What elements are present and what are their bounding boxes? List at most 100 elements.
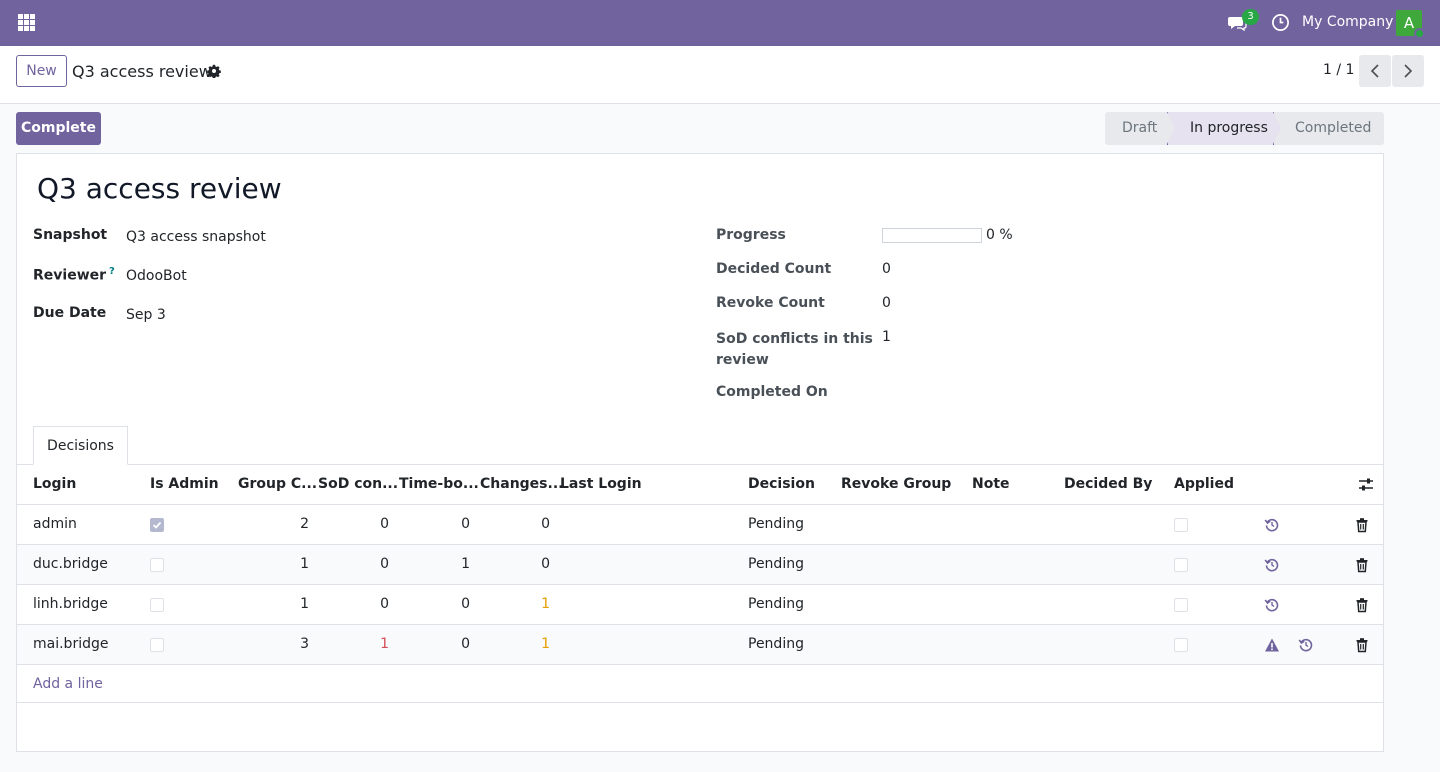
stage-in-progress[interactable]: In progress [1167,112,1281,145]
breadcrumb-title: Q3 access review [72,62,212,81]
col-revoke-group[interactable]: Revoke Group [841,476,951,492]
table-header: Login Is Admin Group C... SoD con... Tim… [17,465,1383,505]
table-body: admin 2 0 0 0 Pending duc.bridge 1 0 1 0… [17,505,1383,665]
trash-icon[interactable] [1354,637,1370,653]
col-time-bound[interactable]: Time-bo... [399,476,479,492]
login-cell: duc.bridge [33,556,108,572]
changes-cell: 1 [541,636,550,652]
apps-menu-icon[interactable] [18,14,35,31]
changes-cell: 0 [541,556,550,572]
pager-value[interactable]: 1 / 1 [1323,62,1354,78]
is-admin-checkbox [150,558,164,572]
stage-completed[interactable]: Completed [1273,112,1384,145]
reviewer-field[interactable]: OdooBot [126,268,187,284]
history-reset-icon[interactable] [1264,597,1280,613]
control-panel: New Q3 access review 1 / 1 [0,46,1440,104]
col-applied[interactable]: Applied [1174,476,1234,492]
completed-on-label: Completed On [716,384,828,400]
applied-checkbox [1174,598,1188,612]
stage-chevron [1273,112,1281,144]
avatar-initial: A [1403,14,1415,32]
login-cell: linh.bridge [33,596,108,612]
messages-badge: 3 [1242,9,1259,25]
status-bar: Draft In progress Completed [1105,112,1384,145]
sod-label-line: review [716,352,769,368]
stage-label: Draft [1122,120,1158,136]
stage-chevron [1167,112,1175,144]
decided-count-value: 0 [882,261,891,277]
stage-label: In progress [1190,120,1268,136]
chevron-left-icon [1370,64,1379,78]
sod-label-line: SoD conflicts in this [716,331,873,347]
user-avatar[interactable]: A [1396,10,1425,39]
col-is-admin[interactable]: Is Admin [150,476,219,492]
revoke-count-value: 0 [882,295,891,311]
form-sheet: Q3 access review Snapshot Q3 access snap… [16,153,1384,752]
time-bound-cell: 0 [461,636,470,652]
clock-icon[interactable] [1271,13,1290,32]
trash-icon[interactable] [1354,517,1370,533]
stage-label: Completed [1295,120,1372,136]
col-sod-conflicts[interactable]: SoD con... [318,476,398,492]
sod-conflicts-label: SoD conflicts in this review [716,329,873,371]
tab-decisions[interactable]: Decisions [33,426,128,465]
sod-conflicts-cell: 0 [380,556,389,572]
col-decision[interactable]: Decision [748,476,815,492]
table-row[interactable]: admin 2 0 0 0 Pending [17,505,1383,545]
pager-next-button[interactable] [1392,55,1424,87]
top-navbar: 3 My Company A [0,0,1440,46]
sod-conflicts-value: 1 [882,329,891,345]
sod-conflicts-cell: 0 [380,516,389,532]
warning-icon[interactable] [1264,637,1280,653]
reviewer-label: Reviewer? [33,266,115,284]
applied-checkbox [1174,638,1188,652]
time-bound-cell: 1 [461,556,470,572]
history-reset-icon[interactable] [1264,557,1280,573]
revoke-count-label: Revoke Count [716,295,825,311]
time-bound-cell: 0 [461,596,470,612]
group-count-cell: 3 [300,636,309,652]
login-cell: mai.bridge [33,636,109,652]
optional-columns-icon[interactable] [1358,477,1374,493]
col-last-login[interactable]: Last Login [560,476,642,492]
decisions-table: Login Is Admin Group C... SoD con... Tim… [17,465,1383,703]
group-count-cell: 1 [300,596,309,612]
progress-label: Progress [716,227,786,243]
col-group-count[interactable]: Group C... [238,476,317,492]
time-bound-cell: 0 [461,516,470,532]
due-date-field[interactable]: Sep 3 [126,307,166,323]
changes-cell: 1 [541,596,550,612]
is-admin-checkbox [150,598,164,612]
add-line-link[interactable]: Add a line [33,676,103,692]
trash-icon[interactable] [1354,597,1370,613]
col-login[interactable]: Login [33,476,76,492]
gear-icon[interactable] [207,64,221,78]
trash-icon[interactable] [1354,557,1370,573]
col-changes[interactable]: Changes... [480,476,563,492]
history-reset-icon[interactable] [1264,517,1280,533]
complete-button[interactable]: Complete [16,112,101,145]
table-row[interactable]: duc.bridge 1 0 1 0 Pending [17,545,1383,585]
decision-cell: Pending [748,636,804,652]
table-row[interactable]: mai.bridge 3 1 0 1 Pending [17,625,1383,665]
record-title[interactable]: Q3 access review [37,172,282,205]
is-admin-checkbox [150,518,164,532]
due-date-label: Due Date [33,305,107,321]
add-line-row: Add a line [17,665,1383,703]
col-note[interactable]: Note [972,476,1010,492]
help-tooltip-icon[interactable]: ? [109,266,115,277]
progress-value: 0 % [986,227,1013,243]
changes-cell: 0 [541,516,550,532]
snapshot-label: Snapshot [33,227,108,243]
snapshot-field[interactable]: Q3 access snapshot [126,229,266,245]
online-status-dot [1414,28,1425,39]
table-row[interactable]: linh.bridge 1 0 0 1 Pending [17,585,1383,625]
new-button[interactable]: New [16,55,67,87]
sod-conflicts-cell: 1 [380,636,389,652]
applied-checkbox [1174,518,1188,532]
history-reset-icon[interactable] [1298,637,1314,653]
stage-draft[interactable]: Draft [1105,112,1175,145]
pager-previous-button[interactable] [1359,55,1391,87]
col-decided-by[interactable]: Decided By [1064,476,1152,492]
company-switcher[interactable]: My Company [1302,14,1393,30]
